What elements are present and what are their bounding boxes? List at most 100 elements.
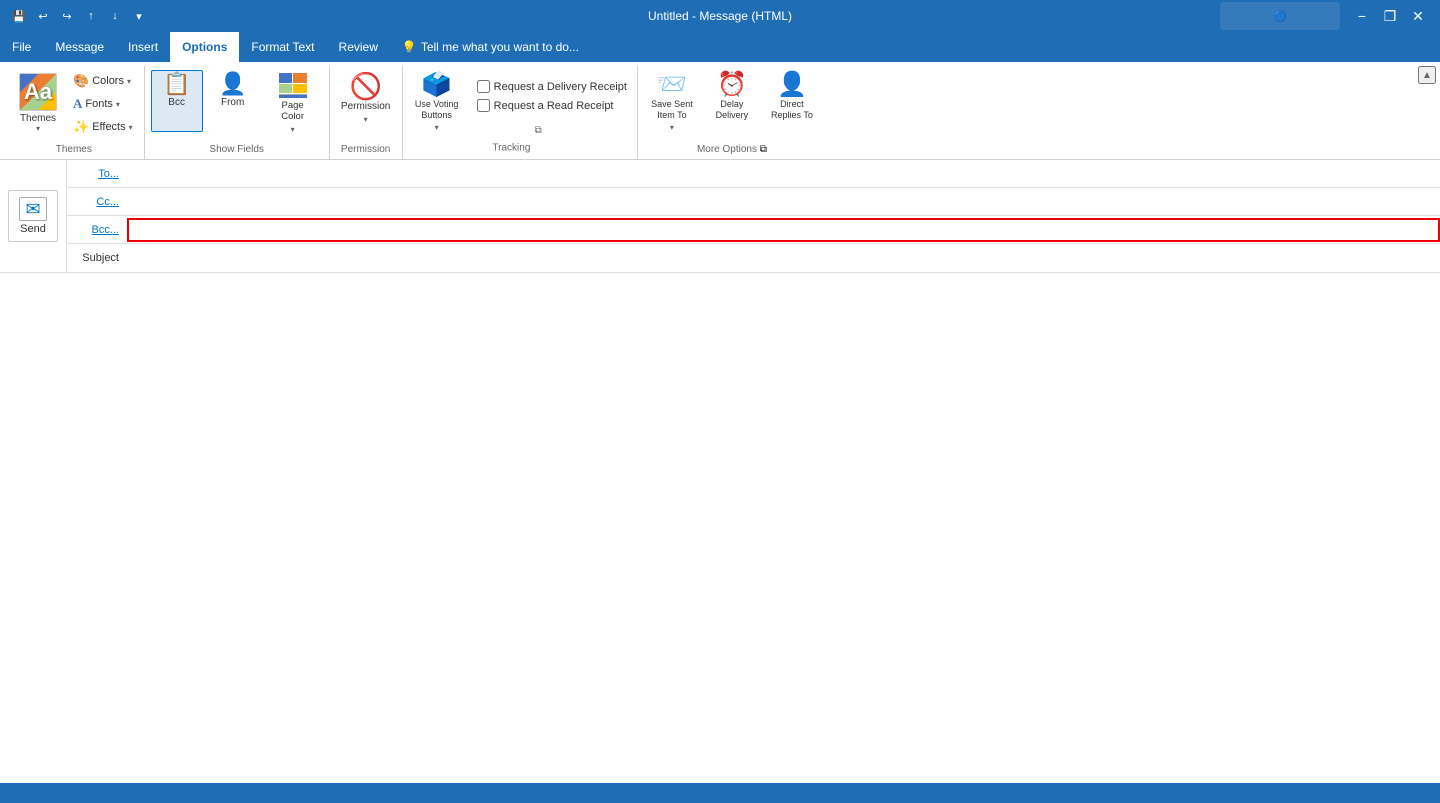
direct-replies-icon: 👤 bbox=[777, 73, 807, 97]
tracking-group-content: 🗳️ Use VotingButtons ▾ Request a Deliver… bbox=[409, 66, 631, 139]
tracking-expand-button[interactable]: ⧉ bbox=[531, 123, 545, 137]
page-color-grid bbox=[279, 73, 307, 93]
subject-input[interactable] bbox=[127, 246, 1440, 270]
colors-button[interactable]: 🎨 Colors ▾ bbox=[68, 70, 138, 92]
from-icon: 👤 bbox=[219, 73, 246, 95]
undo-qat-button[interactable]: ↩ bbox=[32, 5, 54, 27]
redo-qat-button[interactable]: ↪ bbox=[56, 5, 78, 27]
window-title: Untitled - Message (HTML) bbox=[648, 9, 792, 23]
subject-field-row: Subject bbox=[67, 244, 1440, 272]
delay-delivery-button[interactable]: ⏰ DelayDelivery bbox=[704, 70, 760, 132]
bcc-input[interactable] bbox=[127, 218, 1440, 242]
cc-input[interactable] bbox=[127, 190, 1440, 214]
send-button[interactable]: ✉ Send bbox=[8, 190, 58, 242]
menu-insert[interactable]: Insert bbox=[116, 32, 170, 62]
more-options-expand-button[interactable]: ⧉ bbox=[760, 144, 767, 155]
quick-access-toolbar: 💾 ↩ ↪ ↑ ↓ ▾ bbox=[8, 5, 150, 27]
bcc-label-col: Bcc... bbox=[67, 222, 127, 238]
themes-icon: Aa bbox=[19, 73, 57, 111]
close-button[interactable]: ✕ bbox=[1404, 2, 1432, 30]
bcc-field-row: Bcc... bbox=[67, 216, 1440, 244]
email-body[interactable] bbox=[0, 273, 1440, 783]
page-color-icon-group bbox=[279, 73, 307, 98]
menu-message[interactable]: Message bbox=[43, 32, 116, 62]
themes-dropdown-arrow: ▾ bbox=[36, 124, 40, 133]
ribbon-group-tracking: 🗳️ Use VotingButtons ▾ Request a Deliver… bbox=[403, 66, 638, 159]
read-receipt-label: Request a Read Receipt bbox=[494, 100, 614, 112]
delivery-receipt-input[interactable] bbox=[477, 80, 490, 93]
ribbon-group-show-fields: 📋 Bcc 👤 From PageColo bbox=[145, 66, 330, 159]
ribbon-group-more-options: 📨 Save SentItem To ▾ ⏰ DelayDelivery 👤 D… bbox=[638, 66, 826, 159]
voting-icon: 🗳️ bbox=[422, 73, 452, 97]
compose-area: ✉ Send To... Cc... Bc bbox=[0, 160, 1440, 783]
delay-delivery-icon: ⏰ bbox=[717, 73, 747, 97]
delivery-receipt-checkbox[interactable]: Request a Delivery Receipt bbox=[473, 78, 631, 95]
from-button[interactable]: 👤 From bbox=[207, 70, 259, 132]
cc-label-col: Cc... bbox=[67, 194, 127, 210]
menu-file[interactable]: File bbox=[0, 32, 43, 62]
read-receipt-input[interactable] bbox=[477, 99, 490, 112]
to-field-row: To... bbox=[67, 160, 1440, 188]
page-color-button[interactable]: PageColor ▾ bbox=[263, 70, 323, 137]
permission-group-content: 🚫 Permission ▾ bbox=[336, 66, 396, 142]
title-bar: 💾 ↩ ↪ ↑ ↓ ▾ Untitled - Message (HTML) 🔵 … bbox=[0, 0, 1440, 32]
save-sent-item-button[interactable]: 📨 Save SentItem To ▾ bbox=[644, 70, 700, 135]
tracking-group-label: Tracking ⧉ bbox=[409, 139, 631, 157]
menu-review[interactable]: Review bbox=[327, 32, 390, 62]
permission-group-label: Permission bbox=[336, 142, 396, 157]
cfe-group: 🎨 Colors ▾ A Fonts ▾ ✨ Effects ▾ bbox=[68, 70, 138, 138]
to-label-col: To... bbox=[67, 166, 127, 182]
up-qat-button[interactable]: ↑ bbox=[80, 5, 102, 27]
delivery-receipt-label: Request a Delivery Receipt bbox=[494, 81, 627, 93]
status-bar bbox=[0, 783, 1440, 803]
send-icon: ✉ bbox=[19, 197, 47, 221]
tell-me-bar[interactable]: 💡 Tell me what you want to do... bbox=[390, 32, 591, 62]
customize-qat-button[interactable]: ▾ bbox=[128, 5, 150, 27]
themes-label: Themes bbox=[20, 113, 56, 124]
minimize-button[interactable]: − bbox=[1348, 2, 1376, 30]
save-sent-label: Save SentItem To bbox=[651, 99, 693, 121]
ribbon-group-permission: 🚫 Permission ▾ Permission bbox=[330, 66, 403, 159]
fonts-icon: A bbox=[73, 96, 82, 112]
use-voting-buttons-button[interactable]: 🗳️ Use VotingButtons ▾ bbox=[409, 70, 465, 135]
bcc-button[interactable]: 📋 Bcc bbox=[151, 70, 203, 132]
menu-options[interactable]: Options bbox=[170, 32, 239, 62]
permission-icon: 🚫 bbox=[349, 73, 381, 99]
save-qat-button[interactable]: 💾 bbox=[8, 5, 30, 27]
email-fields: To... Cc... Bcc... Subject bbox=[67, 160, 1440, 272]
more-options-group-content: 📨 Save SentItem To ▾ ⏰ DelayDelivery 👤 D… bbox=[644, 66, 820, 142]
effects-icon: ✨ bbox=[73, 119, 89, 135]
email-header-section: ✉ Send To... Cc... Bc bbox=[0, 160, 1440, 273]
bcc-icon: 📋 bbox=[163, 73, 190, 95]
ribbon: Aa Themes ▾ 🎨 Colors ▾ A Fonts ▾ ✨ Ef bbox=[0, 62, 1440, 160]
to-input[interactable] bbox=[127, 162, 1440, 186]
themes-group-content: Aa Themes ▾ 🎨 Colors ▾ A Fonts ▾ ✨ Ef bbox=[10, 66, 138, 142]
direct-replies-label: DirectReplies To bbox=[771, 99, 813, 121]
send-button-col: ✉ Send bbox=[0, 160, 67, 272]
show-fields-group-content: 📋 Bcc 👤 From PageColo bbox=[151, 66, 323, 142]
voting-label: Use VotingButtons bbox=[415, 99, 459, 121]
fonts-button[interactable]: A Fonts ▾ bbox=[68, 93, 138, 115]
delay-delivery-label: DelayDelivery bbox=[716, 99, 749, 121]
save-sent-icon: 📨 bbox=[657, 73, 687, 97]
read-receipt-checkbox[interactable]: Request a Read Receipt bbox=[473, 97, 631, 114]
subject-label-col: Subject bbox=[67, 250, 127, 266]
ribbon-collapse-button[interactable]: ▲ bbox=[1418, 66, 1436, 84]
ribbon-group-themes: Aa Themes ▾ 🎨 Colors ▾ A Fonts ▾ ✨ Ef bbox=[4, 66, 145, 159]
more-options-group-label: More Options ⧉ bbox=[644, 142, 820, 157]
direct-replies-button[interactable]: 👤 DirectReplies To bbox=[764, 70, 820, 132]
restore-button[interactable]: ❐ bbox=[1376, 2, 1404, 30]
page-color-label: PageColor bbox=[281, 100, 304, 123]
colors-icon: 🎨 bbox=[73, 73, 89, 89]
menu-format-text[interactable]: Format Text bbox=[239, 32, 326, 62]
send-label: Send bbox=[20, 223, 46, 235]
down-qat-button[interactable]: ↓ bbox=[104, 5, 126, 27]
menu-bar: File Message Insert Options Format Text … bbox=[0, 32, 1440, 62]
themes-button[interactable]: Aa Themes ▾ bbox=[10, 70, 66, 136]
subject-label: Subject bbox=[78, 250, 123, 266]
permission-button[interactable]: 🚫 Permission ▾ bbox=[336, 70, 396, 132]
bcc-field-button[interactable]: Bcc... bbox=[87, 222, 123, 238]
effects-button[interactable]: ✨ Effects ▾ bbox=[68, 116, 138, 138]
to-button[interactable]: To... bbox=[94, 166, 123, 182]
cc-button[interactable]: Cc... bbox=[92, 194, 123, 210]
